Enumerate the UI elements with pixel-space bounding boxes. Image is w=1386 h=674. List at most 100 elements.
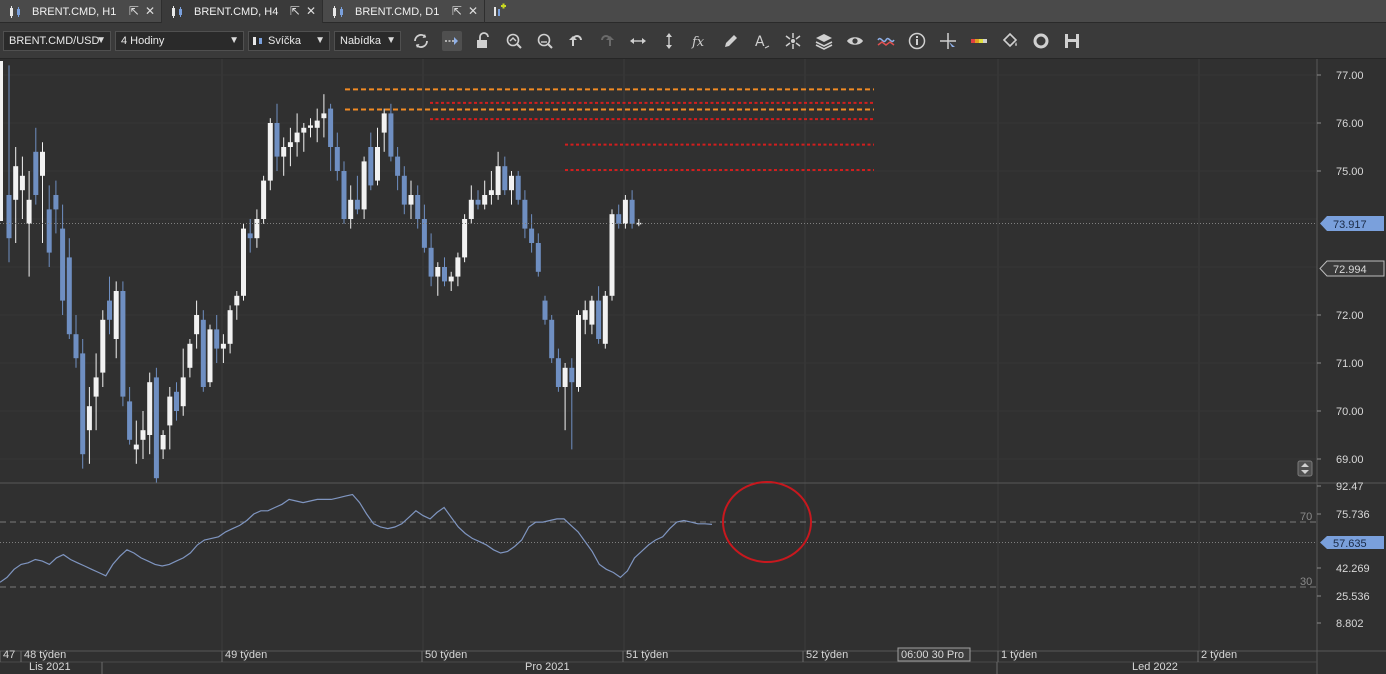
candle-body (254, 219, 260, 239)
close-icon[interactable]: ✕ (145, 4, 155, 18)
close-icon[interactable]: ✕ (468, 4, 478, 18)
candle-body (19, 175, 25, 191)
candle-body (207, 329, 213, 383)
tab-label: BRENT.CMD, H1 (32, 5, 117, 18)
candle-body (388, 113, 394, 157)
week-label: 51 týden (626, 649, 668, 661)
zoom-out-icon[interactable] (535, 31, 555, 51)
period-select[interactable]: 4 Hodiny ▼ (115, 31, 244, 51)
price-tick-label: 69.00 (1336, 454, 1364, 466)
candle-body (214, 329, 220, 349)
month-label: Lis 2021 (29, 661, 71, 673)
svg-text:fx: fx (691, 35, 705, 50)
candle-body (415, 195, 421, 219)
candle-body (46, 209, 52, 253)
week-label: 47 (3, 649, 15, 661)
tab-brent-d1[interactable]: BRENT.CMD, D1 ⇱ ✕ (323, 0, 485, 23)
candle-body (133, 444, 139, 450)
candlestick-icon (253, 37, 262, 45)
save-icon[interactable] (1062, 31, 1082, 51)
indicator-icon[interactable] (876, 31, 896, 51)
scroll-toggle-icon[interactable] (1297, 460, 1313, 477)
week-label: 50 týden (425, 649, 467, 661)
zoom-in-icon[interactable] (504, 31, 524, 51)
period-value: 4 Hodiny (121, 35, 165, 47)
oscillator-tick-label: 8.802 (1336, 618, 1364, 630)
candle-body (542, 300, 548, 320)
candle-body (267, 123, 273, 181)
candle-body (294, 132, 300, 143)
info-icon[interactable] (907, 31, 927, 51)
candle-body (462, 219, 468, 258)
lower-level-label: 30 (1300, 576, 1312, 588)
candle-body (334, 147, 340, 171)
crosshair-cluster-icon[interactable] (783, 31, 803, 51)
candle-body (314, 120, 320, 128)
tab-brent-h1[interactable]: BRENT.CMD, H1 ⇱ ✕ (0, 0, 162, 23)
detach-icon[interactable]: ⇱ (452, 4, 462, 18)
text-icon[interactable]: A (752, 31, 772, 51)
candle-body (502, 166, 508, 191)
formula-icon[interactable]: fx (690, 31, 710, 51)
candle-body (562, 367, 568, 387)
candle-body (535, 243, 541, 272)
chevron-down-icon: ▼ (229, 35, 239, 46)
candle-body (100, 319, 106, 373)
horizontal-arrows-icon[interactable] (628, 31, 648, 51)
candle-body (261, 180, 267, 219)
month-label: Led 2022 (1132, 661, 1178, 673)
candle-body (488, 190, 494, 195)
oscillator-current-marker: 57.635 (1320, 536, 1384, 550)
tab-brent-h4[interactable]: BRENT.CMD, H4 ⇱ ✕ (162, 0, 323, 23)
svg-text:73.917: 73.917 (1333, 219, 1367, 231)
candle-body (582, 310, 588, 320)
refresh-icon[interactable] (411, 31, 431, 51)
candle-body (549, 319, 555, 359)
candle-body (368, 147, 374, 186)
candle-body (127, 401, 133, 440)
candle-body (629, 199, 635, 224)
candle-body (328, 108, 334, 147)
pencil-icon[interactable] (721, 31, 741, 51)
tab-label: BRENT.CMD, H4 (194, 5, 279, 18)
chart-type-select[interactable]: Svíčka ▼ (248, 31, 330, 51)
add-chart-icon[interactable] (492, 3, 508, 19)
candle-body (220, 343, 226, 349)
price-chart[interactable]: 77.00 76.00 75.00 72.00 71.00 70.00 69.00 73.9… (0, 59, 1386, 674)
offer-side-select[interactable]: Nabídka ▼ (334, 31, 401, 51)
svg-text:06:00 30 Pro: 06:00 30 Pro (901, 649, 964, 661)
secondary-price-marker: 72.994 (1319, 260, 1385, 277)
detach-icon[interactable]: ⇱ (290, 4, 300, 18)
oscillator-tick-label: 92.47 (1336, 481, 1364, 493)
shift-chart-icon[interactable] (442, 31, 462, 51)
candle-body (354, 199, 360, 210)
cursor-cross-icon[interactable] (938, 31, 958, 51)
candle-body (13, 166, 19, 200)
candle-body (73, 334, 79, 359)
candle-body (153, 377, 159, 479)
lock-icon[interactable] (473, 31, 493, 51)
close-icon[interactable]: ✕ (306, 4, 316, 18)
candle-body (448, 276, 454, 282)
instrument-select[interactable]: BRENT.CMD/USD ▼ (3, 31, 111, 51)
tab-bar: BRENT.CMD, H1 ⇱ ✕ BRENT.CMD, H4 ⇱ ✕ BRENT.… (0, 0, 1386, 23)
bucket-icon[interactable] (1000, 31, 1020, 51)
candle-body (482, 195, 488, 205)
vertical-arrows-icon[interactable] (659, 31, 679, 51)
layers-icon[interactable] (814, 31, 834, 51)
candle-body (555, 358, 561, 387)
color-bar-icon[interactable] (969, 31, 989, 51)
week-label: 49 týden (225, 649, 267, 661)
settings-ring-icon[interactable] (1031, 31, 1051, 51)
candle-body (576, 315, 581, 387)
candle-body (0, 61, 3, 221)
week-label: 1 týden (1001, 649, 1037, 661)
detach-icon[interactable]: ⇱ (129, 4, 139, 18)
eye-icon[interactable] (845, 31, 865, 51)
candle-body (234, 295, 240, 306)
candle-body (80, 353, 86, 455)
redo-icon[interactable] (597, 31, 617, 51)
week-label: 52 týden (806, 649, 848, 661)
cursor-time-marker: 06:00 30 Pro (897, 647, 971, 662)
undo-icon[interactable] (566, 31, 586, 51)
